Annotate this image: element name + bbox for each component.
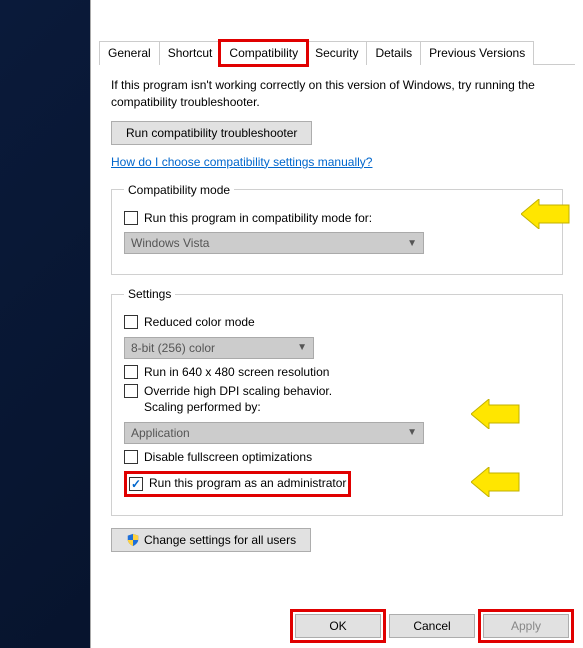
tab-shortcut[interactable]: Shortcut xyxy=(159,41,222,65)
chevron-down-icon: ▼ xyxy=(297,342,307,353)
override-dpi-checkbox[interactable] xyxy=(124,384,138,398)
compat-mode-select[interactable]: Windows Vista ▼ xyxy=(124,232,424,254)
run-as-admin-checkbox[interactable] xyxy=(129,477,143,491)
chevron-down-icon: ▼ xyxy=(407,427,417,438)
tab-compatibility[interactable]: Compatibility xyxy=(220,41,307,65)
run-as-admin-highlight: Run this program as an administrator xyxy=(124,471,351,497)
reduced-color-checkbox[interactable] xyxy=(124,315,138,329)
compat-mode-value: Windows Vista xyxy=(131,236,209,250)
disable-fullscreen-checkbox[interactable] xyxy=(124,450,138,464)
reduced-color-label: Reduced color mode xyxy=(144,315,255,331)
settings-legend: Settings xyxy=(124,287,175,301)
chevron-down-icon: ▼ xyxy=(407,238,417,249)
compatibility-mode-legend: Compatibility mode xyxy=(124,183,234,197)
dpi-scaling-value: Application xyxy=(131,426,190,440)
shield-icon xyxy=(126,533,140,547)
cancel-button[interactable]: Cancel xyxy=(389,614,475,638)
tab-previous-versions[interactable]: Previous Versions xyxy=(420,41,534,65)
change-all-users-label: Change settings for all users xyxy=(144,533,296,547)
tab-general[interactable]: General xyxy=(99,41,160,65)
settings-group: Settings Reduced color mode 8-bit (256) … xyxy=(111,287,563,516)
compat-mode-checkbox[interactable] xyxy=(124,211,138,225)
dpi-scaling-select[interactable]: Application ▼ xyxy=(124,422,424,444)
properties-dialog: General Shortcut Compatibility Security … xyxy=(90,0,583,648)
run-640-label: Run in 640 x 480 screen resolution xyxy=(144,365,329,381)
tab-security[interactable]: Security xyxy=(306,41,367,65)
compat-mode-label: Run this program in compatibility mode f… xyxy=(144,211,372,227)
run-troubleshooter-button[interactable]: Run compatibility troubleshooter xyxy=(111,121,312,145)
ok-button[interactable]: OK xyxy=(295,614,381,638)
color-mode-select[interactable]: 8-bit (256) color ▼ xyxy=(124,337,314,359)
dialog-buttons: OK Cancel Apply xyxy=(295,614,569,638)
color-mode-value: 8-bit (256) color xyxy=(131,341,215,355)
intro-text: If this program isn't working correctly … xyxy=(111,77,563,111)
tab-strip: General Shortcut Compatibility Security … xyxy=(99,40,575,65)
apply-button[interactable]: Apply xyxy=(483,614,569,638)
tab-content: If this program isn't working correctly … xyxy=(91,65,583,564)
override-dpi-label: Override high DPI scaling behavior. Scal… xyxy=(144,384,332,415)
tab-details[interactable]: Details xyxy=(366,41,421,65)
help-link[interactable]: How do I choose compatibility settings m… xyxy=(111,155,372,169)
disable-fullscreen-label: Disable fullscreen optimizations xyxy=(144,450,312,466)
change-all-users-button[interactable]: Change settings for all users xyxy=(111,528,311,552)
run-640-checkbox[interactable] xyxy=(124,365,138,379)
compatibility-mode-group: Compatibility mode Run this program in c… xyxy=(111,183,563,276)
run-as-admin-label: Run this program as an administrator xyxy=(149,476,346,492)
